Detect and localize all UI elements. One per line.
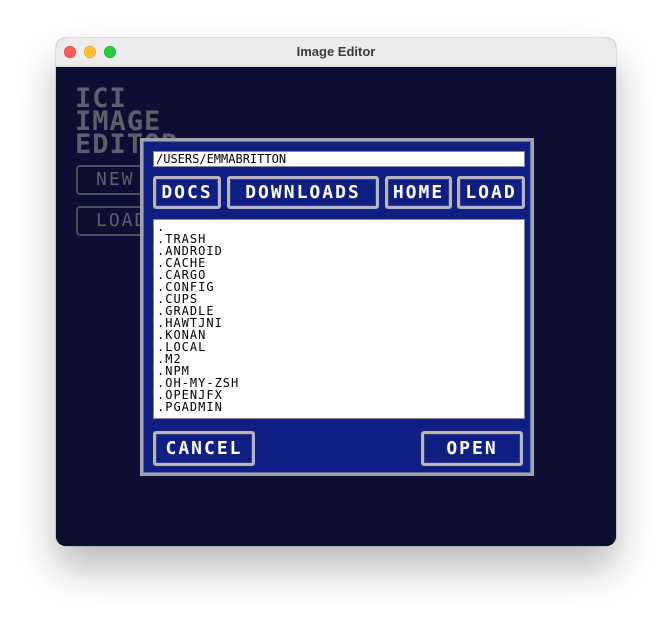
file-list-item[interactable]: .M2: [157, 353, 521, 365]
file-list-item[interactable]: .LOCAL: [157, 341, 521, 353]
open-button[interactable]: OPEN: [421, 431, 523, 466]
docs-shortcut-button[interactable]: DOCS: [153, 176, 221, 209]
file-list[interactable]: . .TRASH .ANDROID .CACHE .CARGO .CONFIG …: [153, 219, 525, 419]
app-window: Image Editor ICI IMAGE EDITOR NEW LOAD /…: [56, 38, 616, 546]
file-list-item[interactable]: .CACHE: [157, 257, 521, 269]
load-shortcut-button[interactable]: LOAD: [457, 176, 525, 209]
path-input[interactable]: /USERS/EMMABRITTON: [153, 151, 525, 167]
home-shortcut-button[interactable]: HOME: [385, 176, 452, 209]
file-list-item[interactable]: .: [157, 221, 521, 233]
file-list-item[interactable]: .CONFIG: [157, 281, 521, 293]
title-bar: Image Editor: [56, 38, 616, 67]
window-title: Image Editor: [296, 44, 376, 59]
file-list-item[interactable]: .KONAN: [157, 329, 521, 341]
cancel-button[interactable]: CANCEL: [153, 431, 255, 466]
file-list-item[interactable]: .ANDROID: [157, 245, 521, 257]
file-open-dialog: /USERS/EMMABRITTON DOCS DOWNLOADS HOME L…: [140, 138, 534, 476]
app-content: ICI IMAGE EDITOR NEW LOAD /USERS/EMMABRI…: [56, 67, 616, 546]
file-list-item[interactable]: .PGADMIN: [157, 401, 521, 413]
file-list-item[interactable]: .HAWTJNI: [157, 317, 521, 329]
downloads-shortcut-button[interactable]: DOWNLOADS: [227, 176, 379, 209]
